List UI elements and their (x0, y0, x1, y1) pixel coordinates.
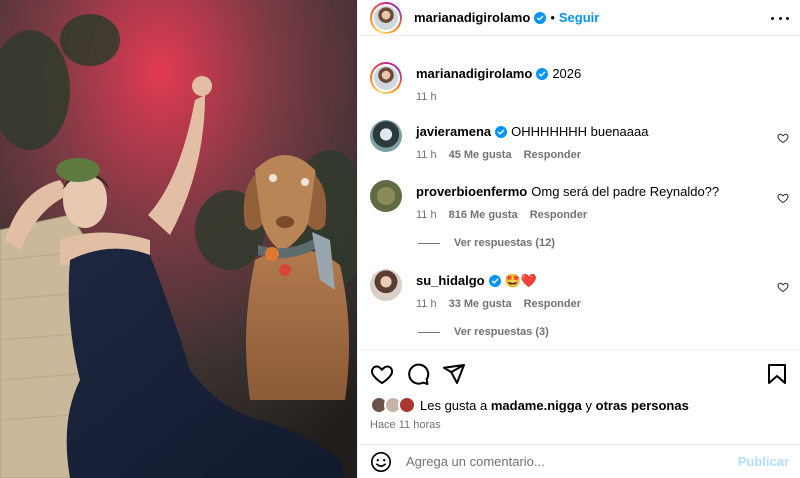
view-replies-button[interactable]: Ver respuestas (12) (418, 237, 555, 249)
caption-author-avatar[interactable] (370, 62, 402, 94)
caption-text: 2026 (552, 66, 582, 81)
caption-username[interactable]: marianadigirolamo (416, 66, 532, 81)
likes-summary[interactable]: Les gusta a madame.nigga y otras persona… (370, 396, 689, 414)
heart-icon[interactable] (370, 362, 394, 386)
comment-username[interactable]: su_hidalgo (416, 273, 485, 288)
verified-badge-icon (495, 126, 508, 138)
comment-likes[interactable]: 45 Me gusta (449, 149, 512, 161)
comment-text: OHHHHHHH buenaaaa (511, 124, 649, 139)
header-separator: • (550, 10, 555, 25)
comment-row: javieramena OHHHHHHH buenaaaa 11 h 45 Me … (370, 120, 789, 161)
comment-likes[interactable]: 816 Me gusta (449, 209, 518, 221)
comment-likes[interactable]: 33 Me gusta (449, 298, 512, 310)
post-timestamp: Hace 11 horas (370, 419, 441, 431)
comment-composer: Publicar (358, 444, 800, 478)
liked-by-username[interactable]: madame.nigga (491, 398, 582, 413)
other-likers[interactable]: otras personas (596, 398, 689, 413)
verified-badge-icon (488, 275, 501, 287)
comment-row: su_hidalgo 🤩❤️ 11 h 33 Me gusta Responder (370, 269, 789, 310)
reply-button[interactable]: Responder (524, 149, 581, 161)
verified-badge-icon (534, 11, 547, 24)
comment-text: Omg será del padre Reynaldo?? (531, 184, 720, 199)
instagram-post-modal: marianadigirolamo • Seguir marianadigiro… (0, 0, 800, 478)
comment-row: proverbioenfermo Omg será del padre Reyna… (370, 180, 789, 221)
post-image (0, 0, 357, 478)
author-username[interactable]: marianadigirolamo (414, 10, 530, 25)
heart-icon[interactable] (777, 281, 789, 293)
post-photo[interactable] (0, 0, 357, 478)
author-avatar[interactable] (370, 1, 402, 34)
bookmark-icon[interactable] (765, 362, 789, 386)
commenter-avatar[interactable] (370, 120, 402, 152)
comment-input[interactable] (406, 454, 738, 469)
follow-button[interactable]: Seguir (559, 10, 599, 25)
commenter-avatar[interactable] (370, 269, 402, 301)
comment-time: 11 h (416, 209, 437, 221)
comment-icon[interactable] (406, 362, 430, 386)
reply-button[interactable]: Responder (530, 209, 587, 221)
verified-badge-icon (536, 68, 549, 80)
share-icon[interactable] (442, 362, 466, 386)
comments-list[interactable]: marianadigirolamo 2026 11 h javieramena OH… (358, 44, 800, 349)
view-replies-button[interactable]: Ver respuestas (3) (418, 326, 549, 338)
more-options-icon[interactable] (771, 10, 789, 26)
emoji-icon[interactable] (370, 451, 392, 473)
publish-button[interactable]: Publicar (738, 454, 789, 469)
commenter-avatar[interactable] (370, 180, 402, 212)
post-actions-bar (358, 349, 800, 395)
comment-text: 🤩❤️ (504, 273, 537, 288)
comment-time: 11 h (416, 298, 437, 310)
post-side-panel: marianadigirolamo • Seguir marianadigiro… (357, 0, 800, 478)
comment-username[interactable]: javieramena (416, 124, 491, 139)
heart-icon[interactable] (777, 192, 789, 204)
caption-time: 11 h (416, 91, 437, 103)
reply-button[interactable]: Responder (524, 298, 581, 310)
liker-avatars (370, 396, 416, 414)
comment-username[interactable]: proverbioenfermo (416, 184, 527, 199)
likes-prefix: Les gusta a (420, 397, 488, 413)
likes-connector: y (585, 397, 593, 413)
post-header: marianadigirolamo • Seguir (358, 0, 800, 36)
heart-icon[interactable] (777, 132, 789, 144)
caption-row: marianadigirolamo 2026 11 h (370, 62, 789, 103)
comment-time: 11 h (416, 149, 437, 161)
